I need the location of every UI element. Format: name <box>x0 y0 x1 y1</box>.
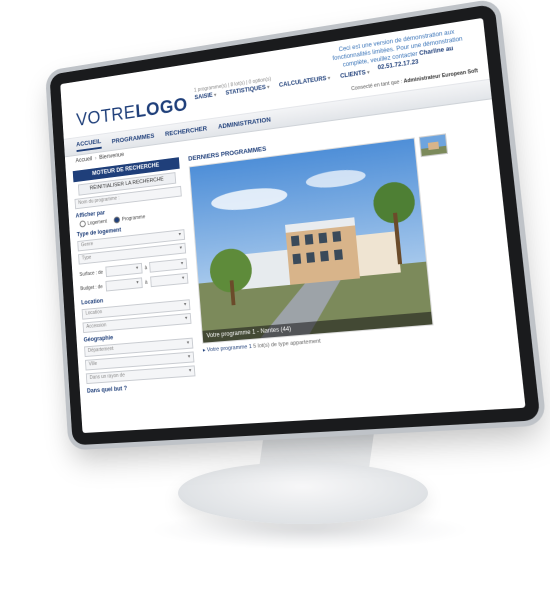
program-slide[interactable]: Votre programme 1 - Nantes (44) <box>188 137 434 344</box>
nav-rechercher[interactable]: RECHERCHER <box>165 125 207 137</box>
nav-accueil[interactable]: ACCUEIL <box>75 137 102 152</box>
logo-prefix: VOTRE <box>75 102 137 131</box>
program-link-detail: 5 lot(s) de type appartement <box>253 338 322 350</box>
screen: Ceci est une version de démonstration au… <box>60 17 526 434</box>
breadcrumb-separator: › <box>94 155 97 162</box>
nav-programmes[interactable]: PROGRAMMES <box>112 132 155 144</box>
monitor-frame: Ceci est une version de démonstration au… <box>49 3 541 446</box>
budget-to-label: à <box>144 279 148 286</box>
menu-saisie[interactable]: SAISIE <box>194 92 216 101</box>
radio-logement-label: Logement <box>87 218 108 227</box>
slide-thumbnail[interactable] <box>418 133 449 158</box>
latest-programs: DERNIERS PROGRAMMES Votre programme 1 - … <box>188 117 512 387</box>
radio-circle-icon <box>79 220 86 228</box>
thumbnail-photo <box>419 134 447 157</box>
breadcrumb-home[interactable]: Accueil <box>75 156 92 164</box>
monitor-base <box>178 462 428 524</box>
budget-min-select[interactable] <box>105 277 143 292</box>
surface-to-label: à <box>144 264 148 271</box>
logo-suffix: LOGO <box>134 94 189 123</box>
connected-user: Administrateur European Soft <box>403 68 479 85</box>
search-panel: MOTEUR DE RECHERCHE RÉINITIALISER LA REC… <box>72 157 197 395</box>
budget-max-select[interactable] <box>149 272 189 288</box>
menu-calculateurs[interactable]: CALCULATEURS <box>279 75 331 89</box>
radio-programme[interactable]: Programme <box>113 213 146 224</box>
radio-programme-label: Programme <box>121 214 146 223</box>
budget-label: Budget : de <box>80 283 103 292</box>
radio-logement[interactable]: Logement <box>79 218 107 228</box>
slide-caption-text: Votre programme 1 - Nantes (44) <box>206 326 292 340</box>
surface-label: Surface : de <box>79 269 104 278</box>
connected-label: Connecté en tant que : <box>350 78 403 93</box>
program-link-text: Votre programme 1 <box>206 343 253 354</box>
radio-circle-selected-icon <box>113 216 121 224</box>
breadcrumb-current: Bienvenue <box>99 152 125 162</box>
purpose-title: Dans quel but ? <box>86 386 128 395</box>
nav-administration[interactable]: ADMINISTRATION <box>218 116 271 130</box>
program-photo <box>189 138 433 343</box>
